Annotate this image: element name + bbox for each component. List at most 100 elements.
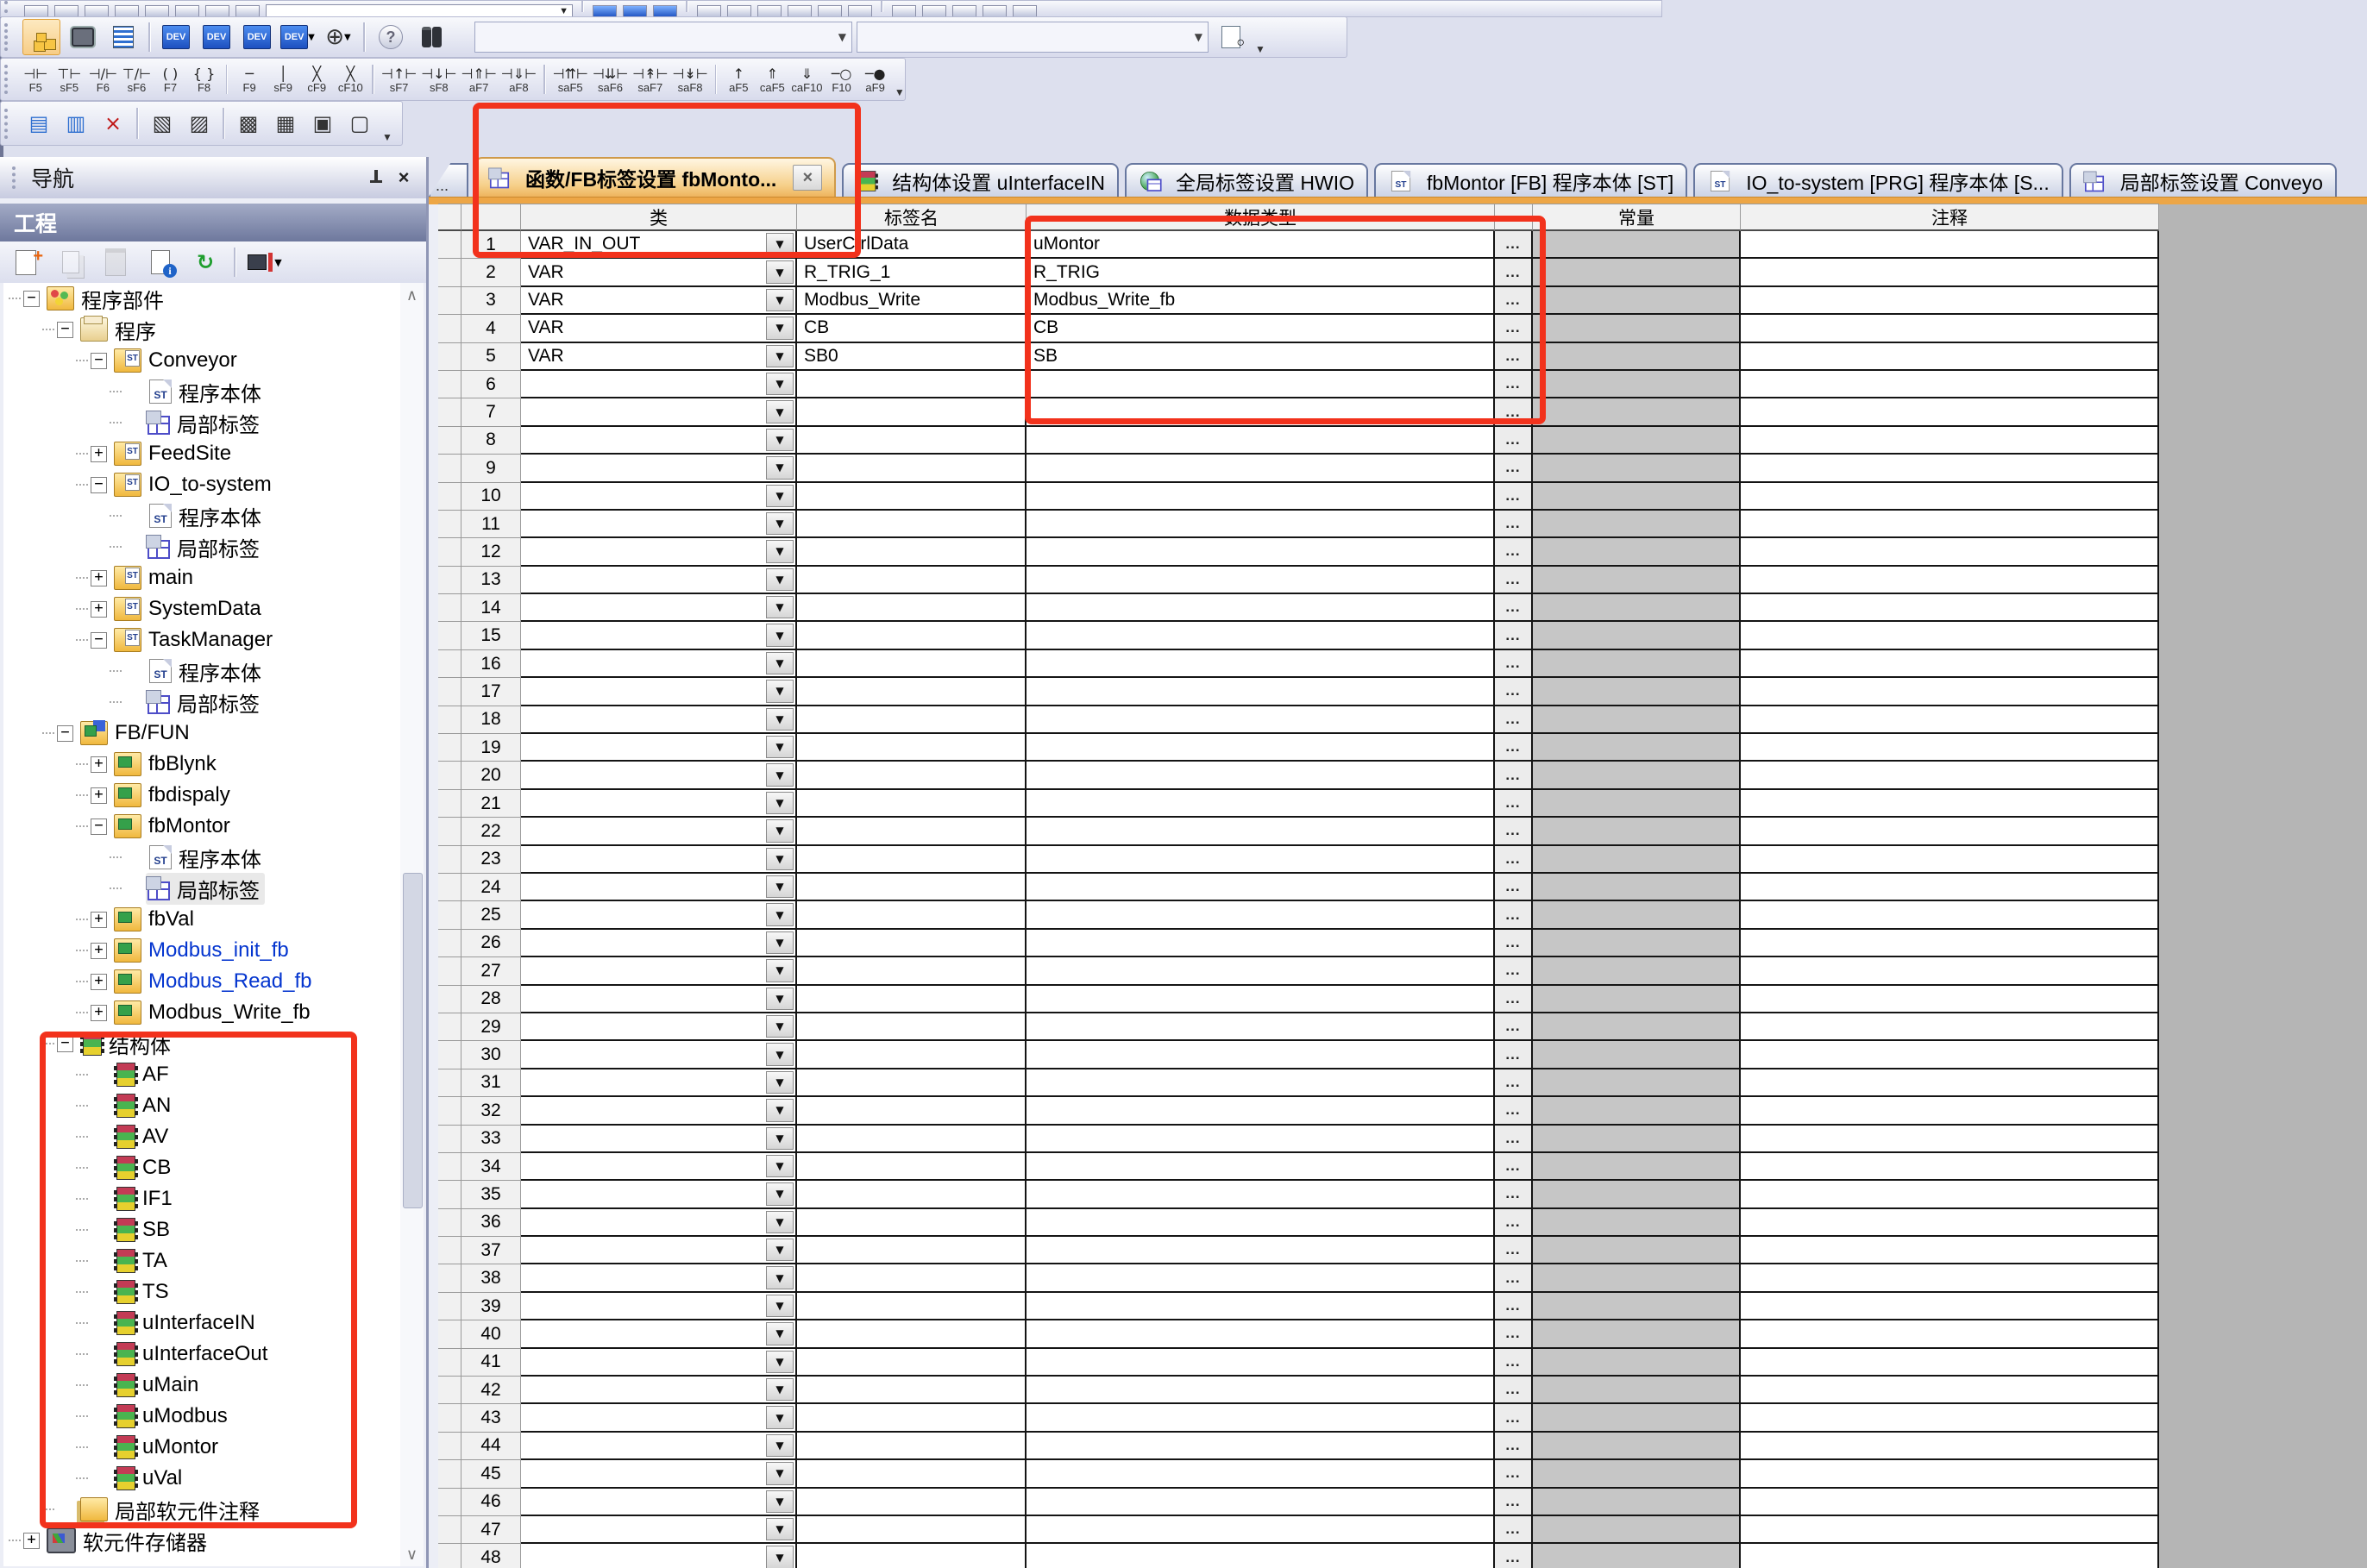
label-name-cell[interactable] <box>797 874 1027 901</box>
toolbar-combobox[interactable]: ▼ <box>266 4 573 17</box>
class-cell[interactable]: ▼ <box>521 1097 797 1125</box>
class-dropdown-icon[interactable]: ▼ <box>766 1434 794 1457</box>
class-cell[interactable]: ▼ <box>521 1069 797 1097</box>
toolbar-icon[interactable] <box>818 5 842 17</box>
watch-combobox-2[interactable]: ▼ <box>857 22 1209 53</box>
data-type-browse-button[interactable]: ... <box>1495 790 1533 818</box>
document-tab[interactable]: 结构体设置 uInterfaceIN <box>842 163 1119 197</box>
comment-cell[interactable] <box>1741 259 2159 286</box>
data-type-browse-button[interactable]: ... <box>1495 1264 1533 1292</box>
tree-item-body[interactable]: 程序本体 <box>146 842 267 874</box>
expand-icon[interactable]: + <box>91 912 107 928</box>
label-name-cell[interactable] <box>797 818 1027 845</box>
ladder-symbol-F6[interactable]: ⊣/⊢F6 <box>88 61 117 97</box>
column-header-comment[interactable]: 注释 <box>1741 204 2159 231</box>
data-type-cell[interactable] <box>1027 930 1495 957</box>
expand-icon[interactable]: + <box>91 446 107 462</box>
property-info-icon[interactable]: i <box>141 245 179 279</box>
data-type-browse-button[interactable]: ... <box>1495 1320 1533 1348</box>
device-find-icon[interactable]: DEV <box>158 20 194 54</box>
comment-cell[interactable] <box>1741 930 2159 957</box>
class-cell[interactable]: ▼ <box>521 538 797 566</box>
comment-cell[interactable] <box>1741 986 2159 1013</box>
data-type-cell[interactable] <box>1027 594 1495 622</box>
module-icon[interactable] <box>65 20 101 54</box>
comment-cell[interactable] <box>1741 371 2159 398</box>
ladder-symbol-saF7[interactable]: ⊣↟⊢saF7 <box>632 61 668 97</box>
data-type-browse-button[interactable]: ... <box>1495 483 1533 511</box>
data-type-browse-button[interactable]: ... <box>1495 1097 1533 1125</box>
label-name-cell[interactable] <box>797 678 1027 706</box>
tree-item-body[interactable]: FB/FUN <box>78 720 195 746</box>
tree-item-body[interactable]: fbdispaly <box>112 782 235 808</box>
data-type-cell[interactable] <box>1027 455 1495 482</box>
class-cell[interactable]: ▼ <box>521 650 797 678</box>
data-type-browse-button[interactable]: ... <box>1495 957 1533 985</box>
data-type-cell[interactable] <box>1027 1489 1495 1516</box>
class-dropdown-icon[interactable]: ▼ <box>766 1518 794 1540</box>
ladder-symbol-saF8[interactable]: ⊣↡⊢saF8 <box>672 61 707 97</box>
tree-item[interactable]: +fbdispaly <box>3 780 424 811</box>
toolbar-icon[interactable] <box>175 5 199 17</box>
class-cell[interactable]: ▼ <box>521 1293 797 1320</box>
class-cell[interactable]: ▼ <box>521 455 797 482</box>
class-dropdown-icon[interactable]: ▼ <box>766 540 794 562</box>
tree-item-body[interactable]: Modbus_init_fb <box>112 938 294 963</box>
class-cell[interactable]: ▼ <box>521 511 797 538</box>
comment-cell[interactable] <box>1741 678 2159 706</box>
class-dropdown-icon[interactable]: ▼ <box>766 1099 794 1121</box>
label-name-cell[interactable] <box>797 594 1027 622</box>
data-type-browse-button[interactable]: ... <box>1495 1377 1533 1404</box>
expand-icon[interactable]: + <box>91 756 107 773</box>
label-name-cell[interactable] <box>797 1349 1027 1377</box>
class-dropdown-icon[interactable]: ▼ <box>766 1406 794 1428</box>
data-type-browse-button[interactable]: ... <box>1495 1293 1533 1320</box>
data-type-cell[interactable] <box>1027 986 1495 1013</box>
tree-item[interactable]: +Modbus_Read_fb <box>3 966 424 997</box>
document-tab[interactable]: 全局标签设置 HWIO <box>1125 163 1368 197</box>
insert-row-icon[interactable]: ▧ <box>146 106 179 141</box>
data-type-browse-button[interactable]: ... <box>1495 1433 1533 1460</box>
label-name-cell[interactable] <box>797 1516 1027 1544</box>
data-type-browse-button[interactable]: ... <box>1495 1489 1533 1516</box>
class-dropdown-icon[interactable]: ▼ <box>766 959 794 982</box>
class-cell[interactable]: ▼ <box>521 1460 797 1488</box>
class-dropdown-icon[interactable]: ▼ <box>766 1211 794 1233</box>
comment-cell[interactable] <box>1741 1377 2159 1404</box>
data-type-cell[interactable] <box>1027 427 1495 455</box>
append-row-icon[interactable]: ▨ <box>183 106 216 141</box>
expand-icon[interactable]: + <box>91 943 107 959</box>
data-type-browse-button[interactable]: ... <box>1495 818 1533 845</box>
data-type-cell[interactable] <box>1027 538 1495 566</box>
toolbar-icon[interactable] <box>757 5 782 17</box>
tree-item-body[interactable]: 程序本体 <box>146 500 267 532</box>
tree-item-body[interactable]: SystemData <box>112 596 267 622</box>
data-type-cell[interactable] <box>1027 818 1495 845</box>
comment-cell[interactable] <box>1741 315 2159 342</box>
class-dropdown-icon[interactable]: ▼ <box>766 1462 794 1484</box>
comment-cell[interactable] <box>1741 734 2159 762</box>
tree-item[interactable]: +SystemData <box>3 593 424 624</box>
tree-item[interactable]: +main <box>3 562 424 593</box>
class-dropdown-icon[interactable]: ▼ <box>766 988 794 1010</box>
label-name-cell[interactable]: R_TRIG_1 <box>797 259 1027 286</box>
comment-cell[interactable] <box>1741 1349 2159 1377</box>
comment-cell[interactable] <box>1741 1126 2159 1153</box>
toolbar-icon[interactable] <box>983 5 1007 17</box>
check-icon[interactable]: ▣ <box>306 106 339 141</box>
class-dropdown-icon[interactable]: ▼ <box>766 763 794 786</box>
comment-cell[interactable] <box>1741 1460 2159 1488</box>
class-cell[interactable]: ▼ <box>521 594 797 622</box>
class-dropdown-icon[interactable]: ▼ <box>766 485 794 507</box>
ladder-symbol-F9[interactable]: ─F9 <box>235 61 264 97</box>
class-cell[interactable]: ▼ <box>521 1153 797 1181</box>
data-type-cell[interactable] <box>1027 762 1495 789</box>
comment-cell[interactable] <box>1741 1544 2159 1568</box>
class-cell[interactable]: ▼ <box>521 1433 797 1460</box>
tree-item-body[interactable]: 局部标签 <box>146 687 265 718</box>
data-type-cell[interactable] <box>1027 511 1495 538</box>
data-type-browse-button[interactable]: ... <box>1495 930 1533 957</box>
pin-icon[interactable] <box>362 165 390 191</box>
label-name-cell[interactable] <box>797 398 1027 426</box>
data-type-cell[interactable] <box>1027 1013 1495 1041</box>
